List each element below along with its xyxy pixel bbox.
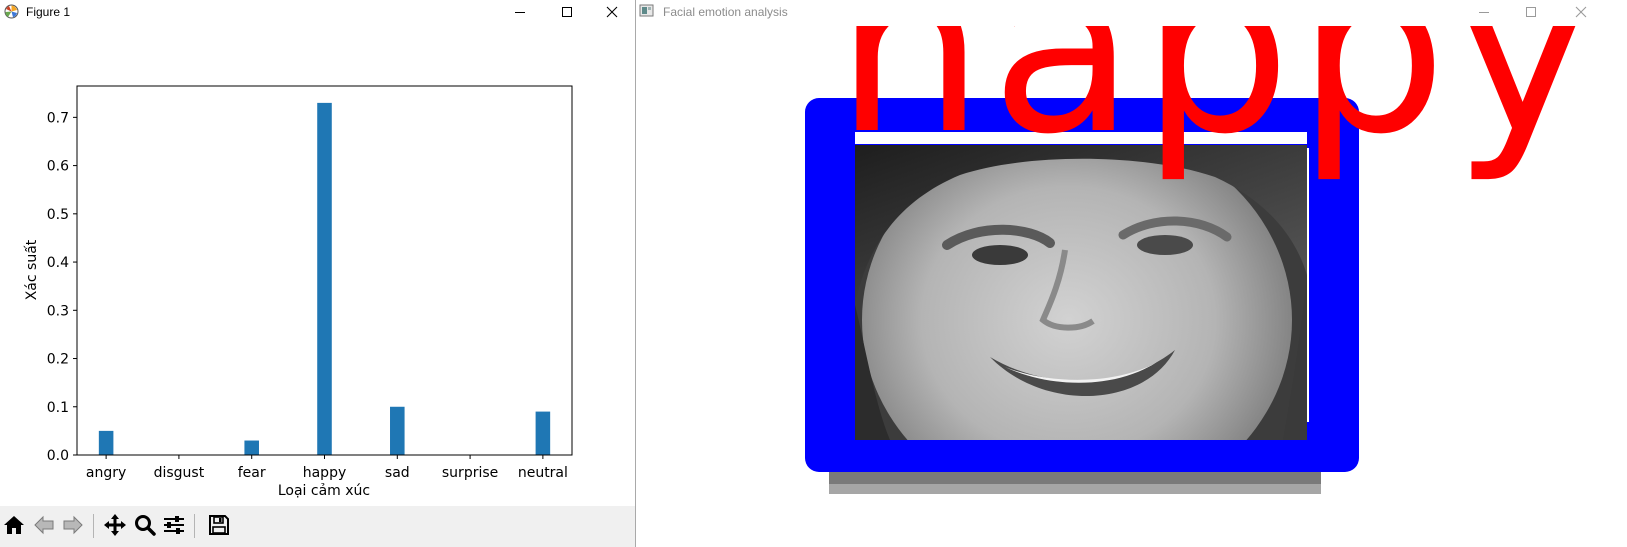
- pan-button[interactable]: [101, 511, 129, 539]
- y-tick-label: 0.2: [47, 352, 69, 368]
- matplotlib-icon: [4, 4, 19, 19]
- minimize-button[interactable]: [1462, 0, 1506, 24]
- forward-arrow-icon: [63, 515, 83, 535]
- zoom-icon: [135, 515, 156, 536]
- close-icon: [606, 6, 618, 18]
- x-tick-label-happy: happy: [303, 465, 347, 481]
- x-tick-label-sad: sad: [385, 465, 410, 481]
- maximize-icon: [1526, 7, 1536, 17]
- y-tick-label: 0.5: [47, 207, 69, 223]
- bar-angry: [98, 430, 114, 455]
- face-chin-region: [829, 472, 1321, 494]
- x-tick-label-angry: angry: [86, 465, 126, 481]
- pan-icon: [104, 514, 126, 536]
- minimize-button[interactable]: [498, 0, 542, 24]
- figure-window: Figure 1 0.0 0.1 0.2 0.3 0.4 0.5 0.6 0.7 angry d…: [0, 0, 636, 547]
- x-tick-label-neutral: neutral: [518, 465, 568, 481]
- y-tick-label: 0.1: [47, 400, 69, 416]
- bar-happy: [317, 102, 332, 455]
- bar-neutral: [535, 411, 551, 455]
- configure-subplots-button[interactable]: [160, 511, 188, 539]
- opencv-window-icon: [639, 3, 654, 18]
- minimize-icon: [515, 12, 525, 13]
- figure-window-title: Figure 1: [26, 5, 71, 19]
- bar-chart: 0.0 0.1 0.2 0.3 0.4 0.5 0.6 0.7 angry disgust fea…: [24, 85, 573, 499]
- back-arrow-icon: [34, 515, 54, 535]
- x-tick-label-fear: fear: [238, 465, 266, 481]
- y-tick-label: 0.4: [47, 255, 69, 271]
- emotion-label: happy: [835, 26, 1599, 186]
- save-icon: [209, 515, 229, 535]
- maximize-button[interactable]: [1509, 0, 1553, 24]
- y-tick-label: 0.7: [47, 110, 69, 126]
- facial-emotion-window: Facial emotion analysis happy: [637, 0, 1627, 547]
- toolbar-separator: [194, 514, 195, 538]
- close-icon: [1575, 6, 1587, 18]
- configure-subplots-icon: [164, 516, 184, 534]
- figure-titlebar[interactable]: Figure 1: [0, 0, 635, 24]
- y-tick-label: 0.3: [47, 303, 69, 319]
- back-button[interactable]: [30, 511, 58, 539]
- face-image: [855, 145, 1307, 440]
- y-tick-label: 0.0: [47, 448, 69, 464]
- bar-sad: [390, 406, 405, 455]
- maximize-icon: [562, 7, 572, 17]
- x-tick-label-surprise: surprise: [442, 465, 498, 481]
- cv-titlebar[interactable]: Facial emotion analysis: [637, 0, 1627, 24]
- x-axis-label: Loại cảm xúc: [278, 483, 370, 499]
- close-button[interactable]: [1559, 0, 1603, 24]
- navigation-toolbar: [0, 506, 635, 547]
- home-button[interactable]: [0, 511, 28, 539]
- maximize-button[interactable]: [545, 0, 589, 24]
- zoom-button[interactable]: [131, 511, 159, 539]
- minimize-icon: [1479, 12, 1489, 13]
- forward-button[interactable]: [59, 511, 87, 539]
- cv-image-canvas: happy: [637, 26, 1627, 547]
- close-button[interactable]: [590, 0, 634, 24]
- bar-fear: [244, 440, 259, 455]
- cv-window-title: Facial emotion analysis: [663, 5, 788, 19]
- home-icon: [4, 516, 24, 534]
- y-axis-label: Xác suất: [24, 239, 40, 300]
- toolbar-separator: [93, 514, 94, 538]
- y-tick-label: 0.6: [47, 159, 69, 175]
- x-tick-label-disgust: disgust: [154, 465, 205, 481]
- save-button[interactable]: [205, 511, 233, 539]
